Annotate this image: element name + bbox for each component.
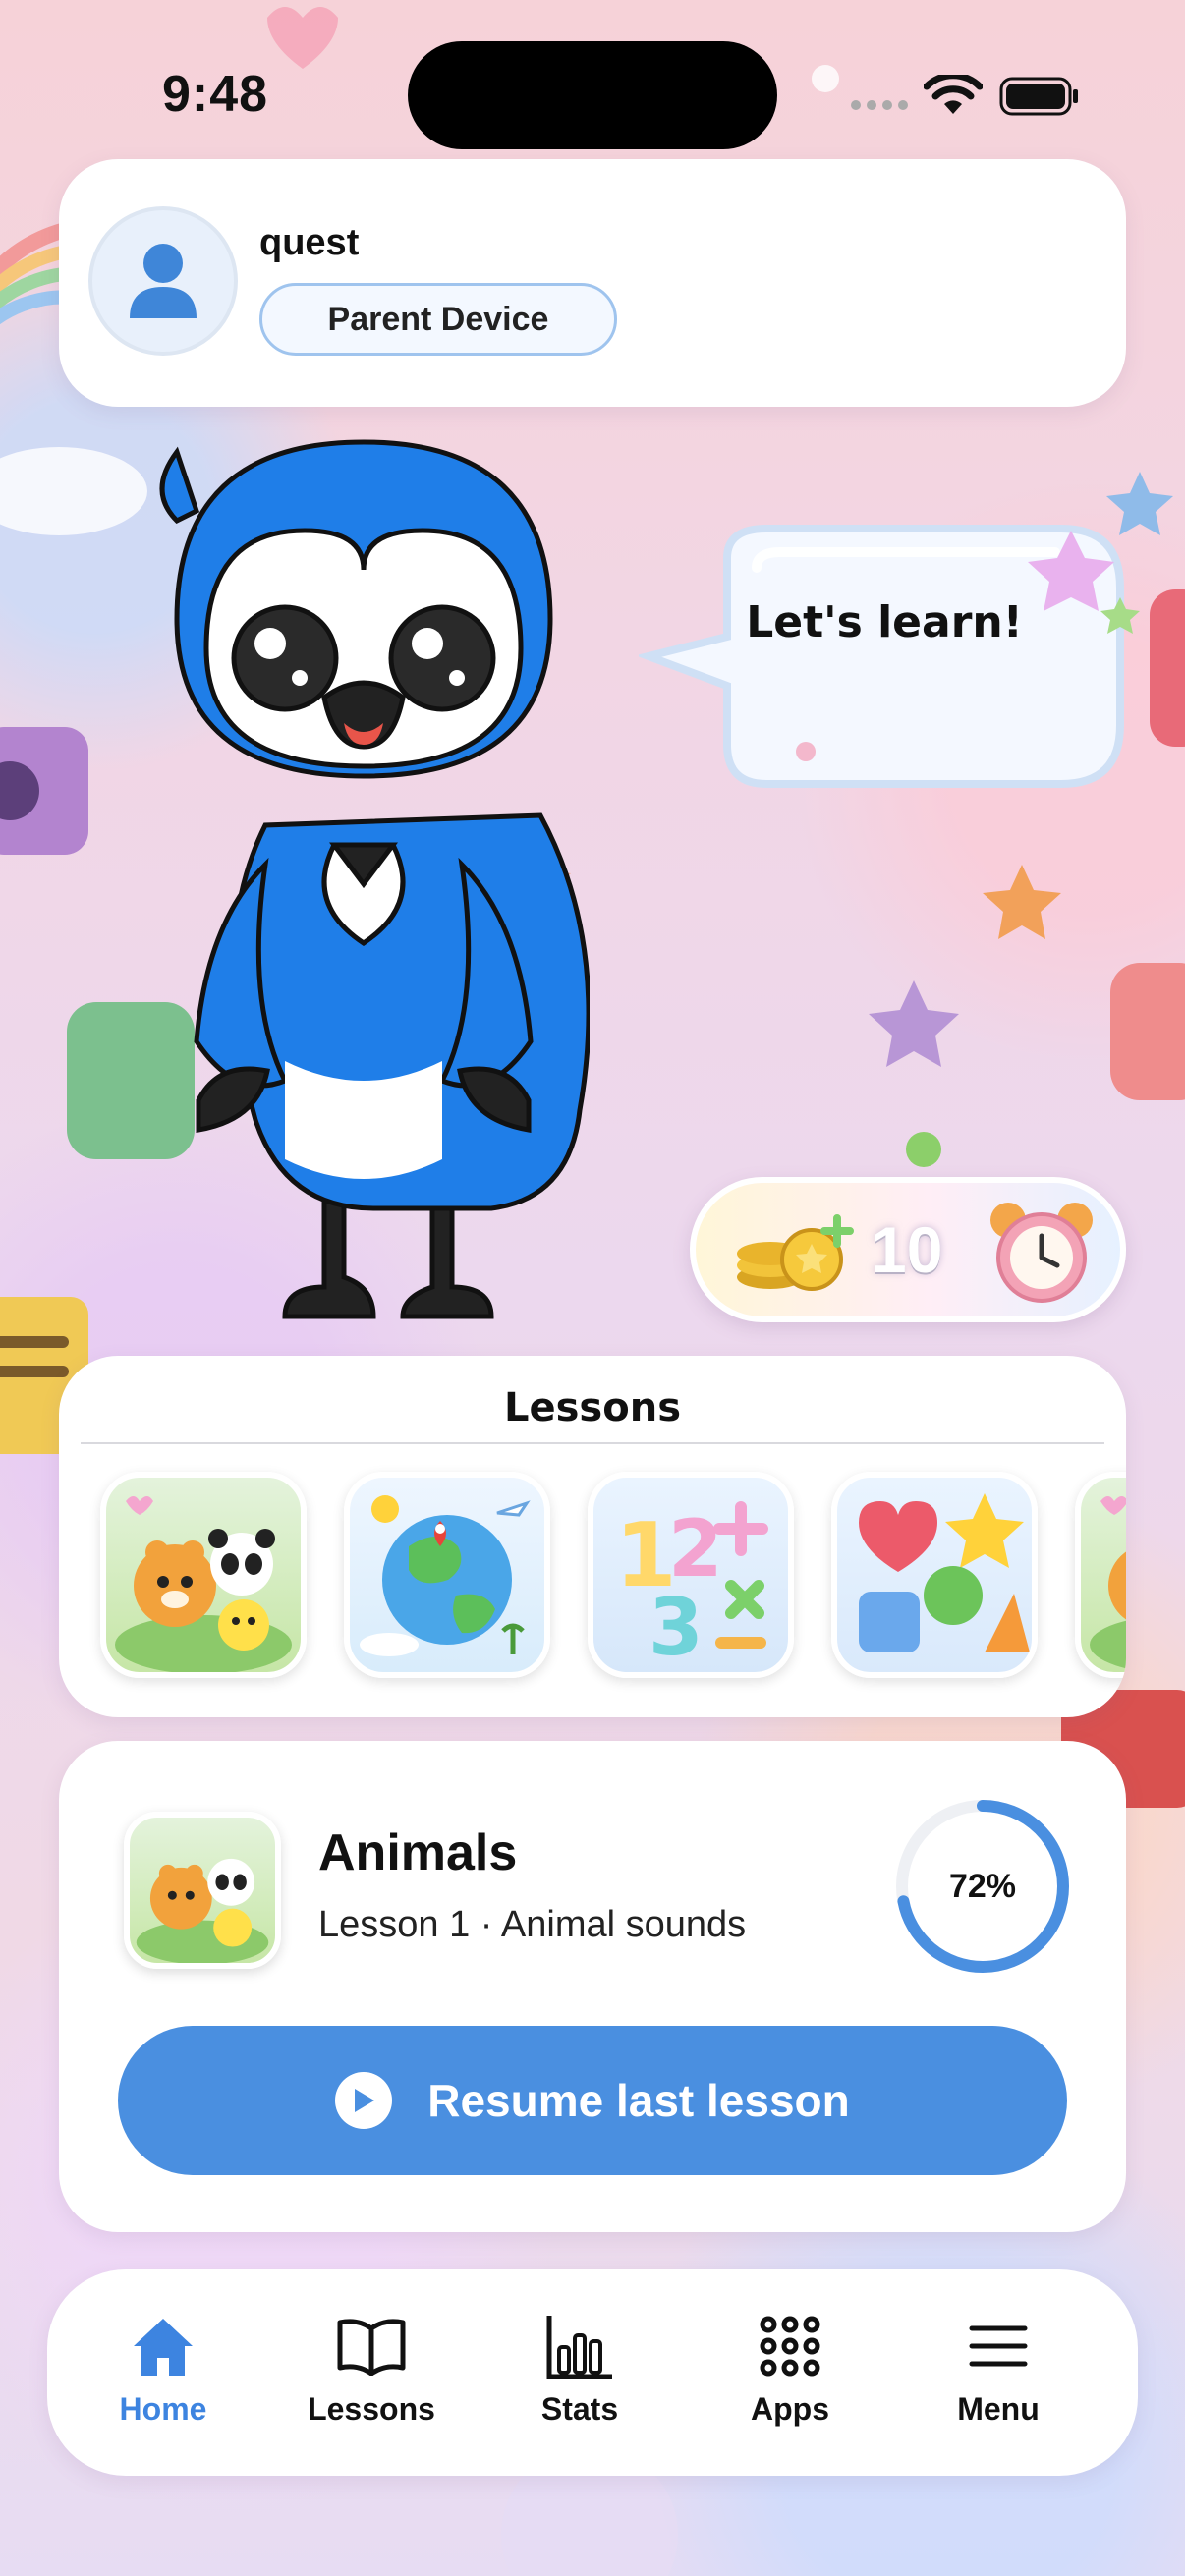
animals-icon (136, 1858, 269, 1963)
numbers-lesson-tile[interactable]: 1 2 3 (588, 1472, 794, 1678)
tab-home-label: Home (119, 2391, 207, 2427)
tab-menu[interactable]: Menu (910, 2311, 1087, 2448)
tab-home[interactable]: Home (75, 2311, 252, 2448)
resume-button-label: Resume last lesson (427, 2075, 850, 2126)
user-icon (130, 244, 197, 318)
globe-icon (360, 1495, 531, 1656)
tab-stats-label: Stats (540, 2391, 619, 2427)
numbers-icon: 1 2 3 (615, 1501, 768, 1672)
tab-lessons-label: Lessons (308, 2391, 435, 2427)
dynamic-island (408, 41, 777, 149)
animals-icon (1090, 1496, 1126, 1669)
play-icon (335, 2072, 393, 2129)
svg-text:3: 3 (649, 1582, 704, 1672)
coins-icon (737, 1214, 854, 1291)
geography-lesson-tile[interactable] (344, 1472, 550, 1678)
book-icon (336, 2311, 407, 2381)
lessons-carousel: Lessons 1 2 3 (59, 1356, 1126, 1717)
bar-chart-icon (544, 2311, 615, 2381)
animals-lesson-tile[interactable] (100, 1472, 307, 1678)
tab-lessons[interactable]: Lessons (283, 2311, 460, 2448)
wifi-icon (924, 75, 983, 114)
cellular-signal-icon (851, 100, 908, 110)
shapes-icon (859, 1493, 1030, 1652)
coin-count: 10 (871, 1213, 943, 1286)
speech-bubble (639, 525, 1140, 788)
resume-lesson-button[interactable]: Resume last lesson (118, 2026, 1067, 2175)
battery-icon (999, 77, 1078, 116)
tab-apps[interactable]: Apps (702, 2311, 878, 2448)
animals-lesson-tile-2[interactable] (1075, 1472, 1126, 1678)
mascot-speech-text: Let's learn! (746, 597, 1023, 647)
rewards-pill[interactable]: 10 (690, 1177, 1126, 1322)
bluejay-mascot[interactable] (138, 432, 590, 1356)
animals-icon (115, 1496, 292, 1672)
lessons-title: Lessons (504, 1385, 681, 1430)
resume-lesson-title: Animals (318, 1824, 518, 1881)
grid-dots-icon (755, 2311, 825, 2381)
resume-lesson-thumbnail[interactable] (124, 1812, 281, 1969)
resume-lesson-card: Animals Lesson 1 · Animal sounds 72% Res… (59, 1741, 1126, 2232)
progress-percent: 72% (948, 1867, 1017, 1905)
home-icon (128, 2311, 198, 2381)
lessons-divider (81, 1442, 1104, 1444)
avatar[interactable] (88, 206, 238, 356)
bottom-tab-bar: Home Lessons Stats Apps Menu (47, 2269, 1138, 2476)
profile-card[interactable]: quest Parent Device (59, 159, 1126, 407)
resume-lesson-subtitle: Lesson 1 · Animal sounds (318, 1904, 747, 1945)
alarm-clock-icon (990, 1203, 1093, 1303)
shapes-lesson-tile[interactable] (831, 1472, 1038, 1678)
status-time: 9:48 (162, 66, 269, 123)
user-name: quest (259, 222, 360, 263)
device-badge[interactable]: Parent Device (259, 283, 617, 356)
hamburger-menu-icon (963, 2311, 1034, 2381)
status-bar: 9:48 (0, 0, 1185, 157)
tab-apps-label: Apps (751, 2391, 829, 2427)
tab-menu-label: Menu (957, 2391, 1040, 2427)
tab-stats[interactable]: Stats (491, 2311, 668, 2448)
